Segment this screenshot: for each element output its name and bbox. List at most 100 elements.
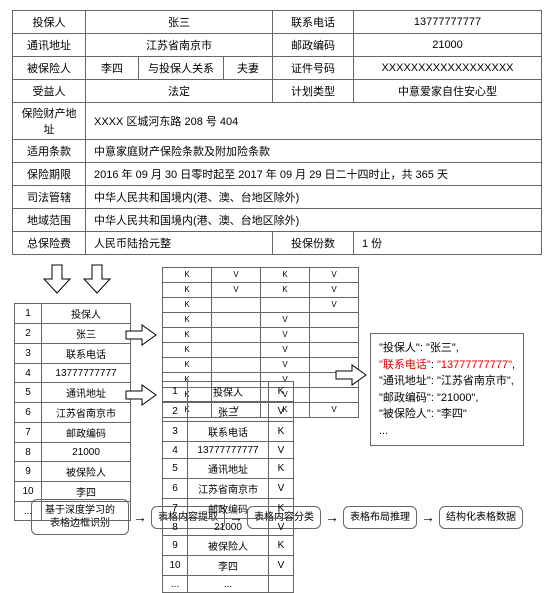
- row-kv: V: [269, 479, 294, 499]
- extracted-items-table: 1投保人2张三3联系电话4137777777775通讯地址6江苏省南京市7邮政编…: [14, 303, 131, 521]
- row-text: 李四: [188, 556, 269, 576]
- ellipsis: ...: [379, 425, 388, 437]
- row-num: 6: [163, 479, 188, 499]
- pattern-cell: V: [310, 403, 359, 418]
- row-num: 3: [163, 422, 188, 442]
- row-num: 2: [15, 324, 42, 344]
- value: 张三: [86, 11, 273, 34]
- row-text: 张三: [188, 402, 269, 422]
- row-num: 10: [163, 556, 188, 576]
- pattern-cell: V: [212, 283, 261, 298]
- label: 被保险人: [13, 57, 86, 80]
- pattern-cell: [310, 328, 359, 343]
- value: 21000: [354, 34, 542, 57]
- label: 与投保人关系: [139, 57, 224, 80]
- label: 投保份数: [273, 232, 354, 255]
- row-kv: V: [269, 402, 294, 422]
- val: "21000": [437, 392, 475, 404]
- row-num: 9: [163, 536, 188, 556]
- pattern-cell: K: [163, 328, 212, 343]
- value: 1 份: [354, 232, 542, 255]
- key: "被保险人": [379, 408, 431, 420]
- row-num: 4: [163, 442, 188, 459]
- row-text: 江苏省南京市: [188, 479, 269, 499]
- row-num: 8: [15, 443, 42, 462]
- row-num: ...: [15, 502, 42, 521]
- pattern-cell: [310, 343, 359, 358]
- row-num: 1: [15, 304, 42, 324]
- pipeline-step: 结构化表格数据: [439, 506, 523, 529]
- row-num: 2: [163, 402, 188, 422]
- row-num: 8: [163, 519, 188, 536]
- value: XXXXXXXXXXXXXXXXXX: [354, 57, 542, 80]
- pattern-cell: [310, 313, 359, 328]
- row-text: 联系电话: [188, 422, 269, 442]
- row-kv: K: [269, 459, 294, 479]
- pipeline-step: 表格布局推理: [343, 506, 417, 529]
- row-kv: V: [269, 556, 294, 576]
- row-text: 投保人: [42, 304, 131, 324]
- arrow-down-icon: [42, 263, 72, 295]
- row-text: 13777777777: [42, 364, 131, 383]
- row-num: 7: [163, 499, 188, 519]
- label: 受益人: [13, 80, 86, 103]
- value: 法定: [86, 80, 273, 103]
- label: 计划类型: [273, 80, 354, 103]
- value: 夫妻: [224, 57, 273, 80]
- json-output: "投保人": "张三", "联系电话": "13777777777", "通讯地…: [370, 333, 524, 446]
- pattern-cell: V: [261, 358, 310, 373]
- kv-table: 1投保人K2张三V3联系电话K413777777777V5通讯地址K6江苏省南京…: [162, 381, 294, 593]
- val: "13777777777": [437, 359, 512, 371]
- pattern-cell: V: [310, 298, 359, 313]
- value: 李四: [86, 57, 139, 80]
- pattern-cell: K: [163, 268, 212, 283]
- row-text: 邮政编码: [188, 499, 269, 519]
- pattern-cell: V: [261, 343, 310, 358]
- row-text: 通讯地址: [188, 459, 269, 479]
- pattern-cell: V: [310, 268, 359, 283]
- row-text: 被保险人: [188, 536, 269, 556]
- value: 江苏省南京市: [86, 34, 273, 57]
- pattern-cell: K: [163, 358, 212, 373]
- row-text: 21000: [188, 519, 269, 536]
- row-num: 10: [15, 482, 42, 502]
- key: "邮政编码": [379, 392, 431, 404]
- arrow-right-icon: [124, 383, 158, 407]
- pattern-cell: [212, 328, 261, 343]
- pattern-cell: V: [310, 283, 359, 298]
- row-text: ...: [188, 576, 269, 593]
- value: 中意家庭财产保险条款及附加险条款: [86, 140, 542, 163]
- value: 中意爱家自住安心型: [354, 80, 542, 103]
- value: 中华人民共和国境内(港、澳、台地区除外): [86, 186, 542, 209]
- label: 适用条款: [13, 140, 86, 163]
- row-text: 联系电话: [42, 344, 131, 364]
- row-text: 通讯地址: [42, 383, 131, 403]
- pattern-cell: V: [212, 268, 261, 283]
- arrow-right-icon: [124, 323, 158, 347]
- key: "通讯地址": [379, 375, 431, 387]
- row-num: 9: [15, 462, 42, 482]
- pattern-cell: [212, 358, 261, 373]
- value: 2016 年 09 月 30 日零时起至 2017 年 09 月 29 日二十四…: [86, 163, 542, 186]
- key: "投保人": [379, 342, 420, 354]
- row-text: 李四: [42, 482, 131, 502]
- row-num: 5: [15, 383, 42, 403]
- arrow-right-icon: →: [325, 509, 339, 525]
- pattern-cell: K: [261, 268, 310, 283]
- row-text: 21000: [42, 443, 131, 462]
- pattern-cell: K: [163, 298, 212, 313]
- row-text: 江苏省南京市: [42, 403, 131, 423]
- label: 保险财产地址: [13, 103, 86, 140]
- row-kv: K: [269, 536, 294, 556]
- row-text: 张三: [42, 324, 131, 344]
- pattern-cell: K: [261, 283, 310, 298]
- arrow-right-icon: →: [421, 509, 435, 525]
- pattern-cell: [261, 298, 310, 313]
- arrow-right-icon: →: [133, 509, 147, 525]
- policy-table: 投保人 张三 联系电话 13777777777 通讯地址 江苏省南京市 邮政编码…: [12, 10, 542, 255]
- value: XXXX 区城河东路 208 号 404: [86, 103, 542, 140]
- label: 司法管辖: [13, 186, 86, 209]
- pattern-cell: K: [163, 283, 212, 298]
- val: "张三": [426, 342, 456, 354]
- pattern-cell: [212, 298, 261, 313]
